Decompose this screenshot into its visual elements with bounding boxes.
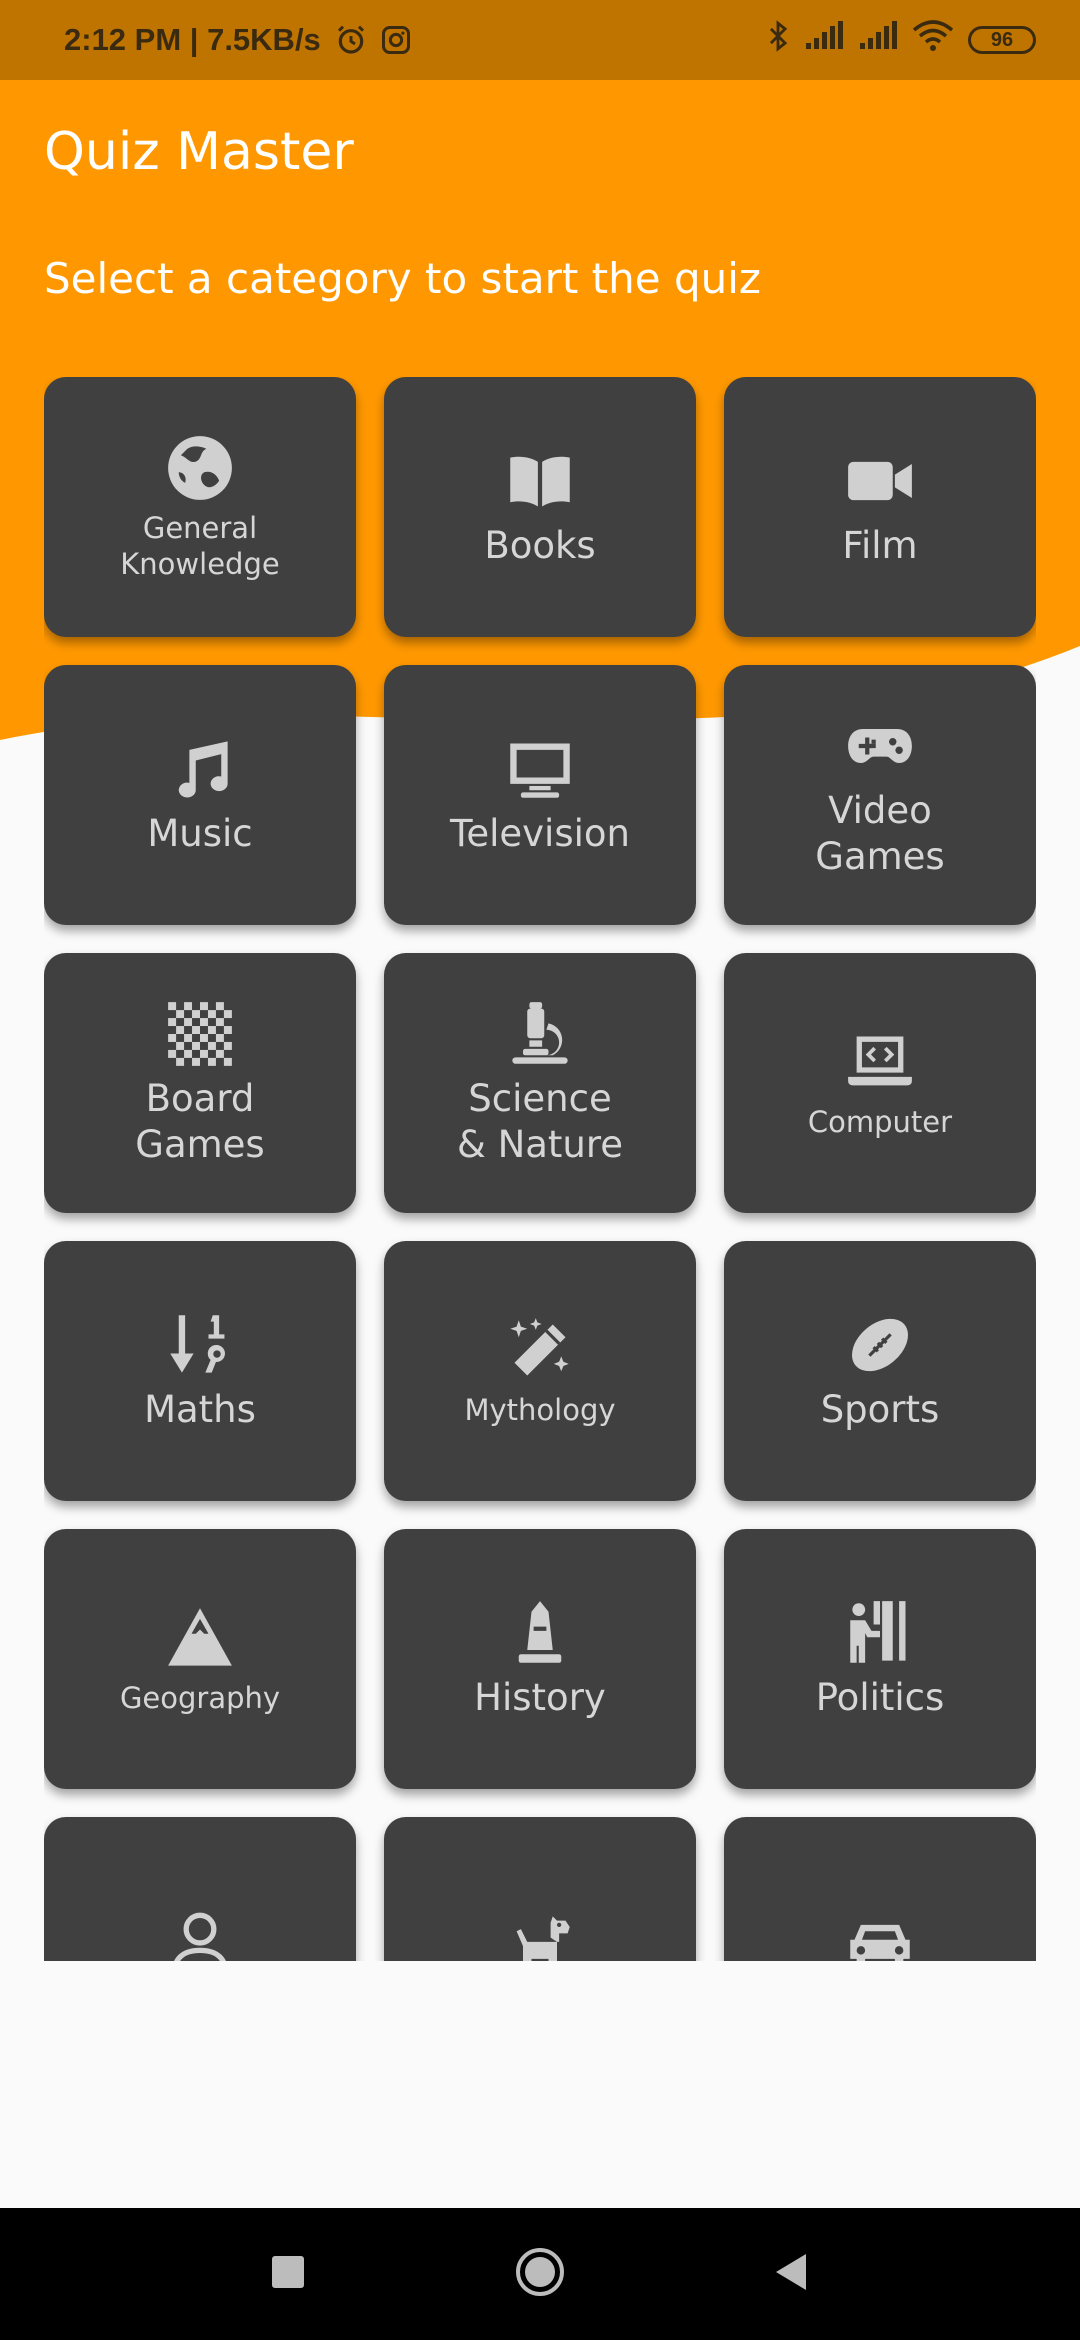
page-subtitle: Select a category to start the quiz xyxy=(44,254,761,303)
car-icon xyxy=(844,1908,916,1961)
category-science-nature[interactable]: Science & Nature xyxy=(384,953,696,1213)
gamepad-icon xyxy=(844,710,916,782)
category-geography[interactable]: Geography xyxy=(44,1529,356,1789)
category-mythology[interactable]: Mythology xyxy=(384,1241,696,1501)
system-nav-bar xyxy=(0,2208,1080,2340)
status-bar: 2:12 PM | 7.5KB/s 96 xyxy=(0,0,1080,80)
app-title: Quiz Master xyxy=(44,122,354,182)
category-computer[interactable]: Computer xyxy=(724,953,1036,1213)
instagram-icon xyxy=(381,25,411,55)
sort-numeric-icon xyxy=(164,1309,236,1381)
status-time: 2:12 PM xyxy=(64,22,182,57)
category-celebrities[interactable] xyxy=(44,1817,356,1961)
user-icon xyxy=(164,1908,236,1961)
category-history[interactable]: History xyxy=(384,1529,696,1789)
category-label: General Knowledge xyxy=(120,511,280,581)
monument-icon xyxy=(504,1597,576,1669)
status-separator: | xyxy=(181,22,208,57)
signal-icon xyxy=(804,21,844,59)
category-animals[interactable] xyxy=(384,1817,696,1961)
category-label: Geography xyxy=(119,1681,281,1715)
category-label: Politics xyxy=(815,1676,945,1719)
battery-icon: 96 xyxy=(968,26,1036,54)
magic-wand-icon xyxy=(504,1314,576,1386)
microscope-icon xyxy=(504,998,576,1070)
category-label: Music xyxy=(147,812,253,855)
music-note-icon xyxy=(164,733,236,805)
alarm-icon xyxy=(335,24,367,56)
dog-icon xyxy=(504,1908,576,1961)
category-label: Computer xyxy=(807,1105,953,1139)
category-board-games[interactable]: Board Games xyxy=(44,953,356,1213)
chessboard-icon xyxy=(164,998,236,1070)
person-booth-icon xyxy=(844,1597,916,1669)
wifi-icon xyxy=(912,20,954,60)
video-camera-icon xyxy=(844,445,916,517)
home-circle-icon[interactable] xyxy=(514,2246,566,2302)
category-general-knowledge[interactable]: General Knowledge xyxy=(44,377,356,637)
category-television[interactable]: Television xyxy=(384,665,696,925)
category-label: Books xyxy=(484,524,596,567)
book-icon xyxy=(504,445,576,517)
back-triangle-icon[interactable] xyxy=(766,2246,818,2302)
globe-icon xyxy=(164,432,236,504)
category-label: History xyxy=(474,1676,606,1719)
category-grid[interactable]: General Knowledge Books Film Music Telev xyxy=(44,377,1036,1961)
mountain-icon xyxy=(164,1602,236,1674)
category-label: Video Games xyxy=(815,789,945,878)
category-label: Film xyxy=(842,524,918,567)
category-label: Sports xyxy=(820,1388,940,1431)
category-maths[interactable]: Maths xyxy=(44,1241,356,1501)
category-sports[interactable]: Sports xyxy=(724,1241,1036,1501)
category-video-games[interactable]: Video Games xyxy=(724,665,1036,925)
category-books[interactable]: Books xyxy=(384,377,696,637)
category-music[interactable]: Music xyxy=(44,665,356,925)
category-politics[interactable]: Politics xyxy=(724,1529,1036,1789)
recents-square-icon[interactable] xyxy=(262,2246,314,2302)
football-icon xyxy=(844,1309,916,1381)
network-speed: 7.5KB/s xyxy=(207,22,321,57)
category-label: Board Games xyxy=(135,1077,265,1166)
laptop-code-icon xyxy=(844,1026,916,1098)
category-vehicles[interactable] xyxy=(724,1817,1036,1961)
category-label: Maths xyxy=(144,1388,256,1431)
signal-icon xyxy=(858,21,898,59)
category-label: Science & Nature xyxy=(456,1077,624,1166)
category-label: Mythology xyxy=(464,1393,616,1427)
category-film[interactable]: Film xyxy=(724,377,1036,637)
tv-icon xyxy=(504,733,576,805)
category-label: Television xyxy=(450,812,630,855)
bluetooth-icon xyxy=(766,19,790,61)
